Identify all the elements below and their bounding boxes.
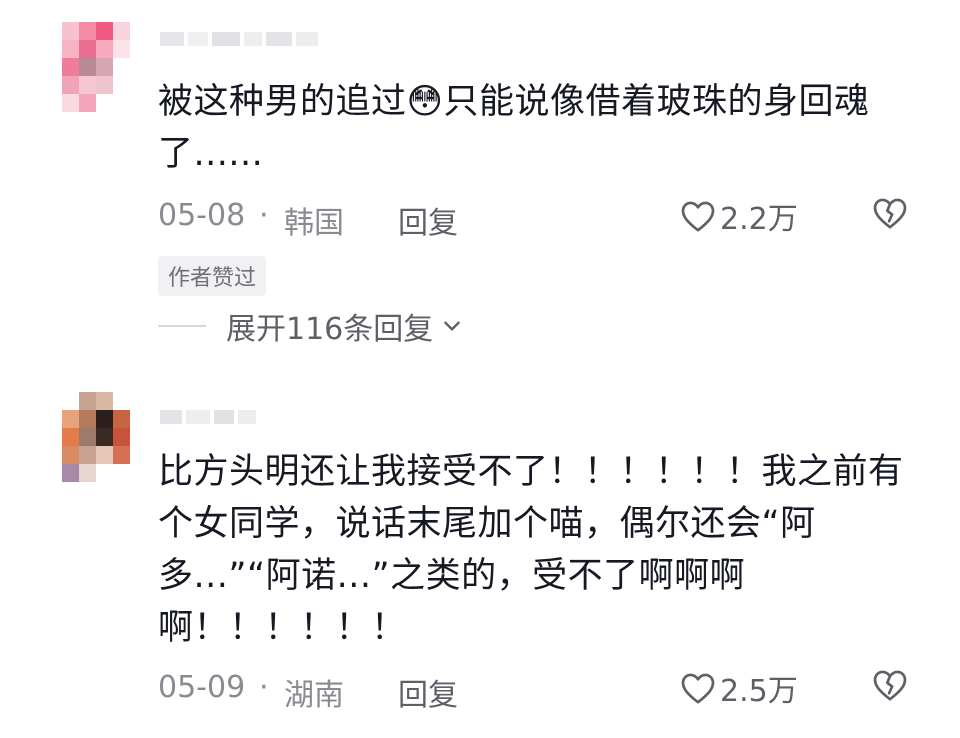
comment-text: 比方头明还让我接受不了！！！！！！我之前有个女同学，说话末尾加个喵，偶尔还会“阿…	[158, 452, 904, 648]
expand-replies-button[interactable]: 展开116条回复	[158, 306, 463, 347]
username-blurred[interactable]	[160, 28, 322, 52]
comment-date: 05-09	[158, 670, 246, 705]
comment-item: 比方头明还让我接受不了！！！！！！我之前有个女同学，说话末尾加个喵，偶尔还会“阿…	[0, 370, 960, 738]
dislike-button[interactable]	[872, 668, 908, 710]
meta-separator: ·	[259, 670, 269, 705]
divider-line	[158, 325, 206, 327]
avatar[interactable]	[62, 22, 130, 112]
like-button[interactable]: 2.2万	[680, 196, 798, 237]
broken-heart-icon	[873, 198, 907, 229]
meta-separator: ·	[259, 198, 269, 233]
username-blurred[interactable]	[160, 406, 260, 430]
heart-outline-icon	[681, 201, 715, 232]
like-button[interactable]: 2.5万	[680, 668, 798, 709]
comment-text: 被这种男的追过😳只能说像借着玻珠的身回魂了......	[158, 82, 870, 174]
heart-outline-icon	[681, 673, 715, 704]
like-count: 2.5万	[720, 674, 798, 709]
like-count: 2.2万	[720, 202, 798, 237]
comment-location: 湖南	[284, 678, 344, 713]
chevron-down-icon	[444, 321, 461, 331]
avatar[interactable]	[62, 392, 130, 482]
comment-date: 05-08	[158, 198, 246, 233]
comment-item: 被这种男的追过😳只能说像借着玻珠的身回魂了...... 05-08 · 韩国 回…	[0, 0, 960, 370]
reply-button[interactable]: 回复	[398, 198, 458, 242]
author-liked-badge: 作者赞过	[158, 256, 267, 296]
expand-replies-label: 展开116条回复	[226, 312, 434, 347]
reply-button[interactable]: 回复	[398, 670, 458, 714]
broken-heart-icon	[873, 670, 907, 701]
comment-location: 韩国	[284, 206, 344, 241]
dislike-button[interactable]	[872, 196, 908, 238]
comment-meta: 05-09 · 湖南 回复 2.5万	[158, 668, 928, 713]
comment-meta: 05-08 · 韩国 回复 2.2万	[158, 196, 928, 241]
